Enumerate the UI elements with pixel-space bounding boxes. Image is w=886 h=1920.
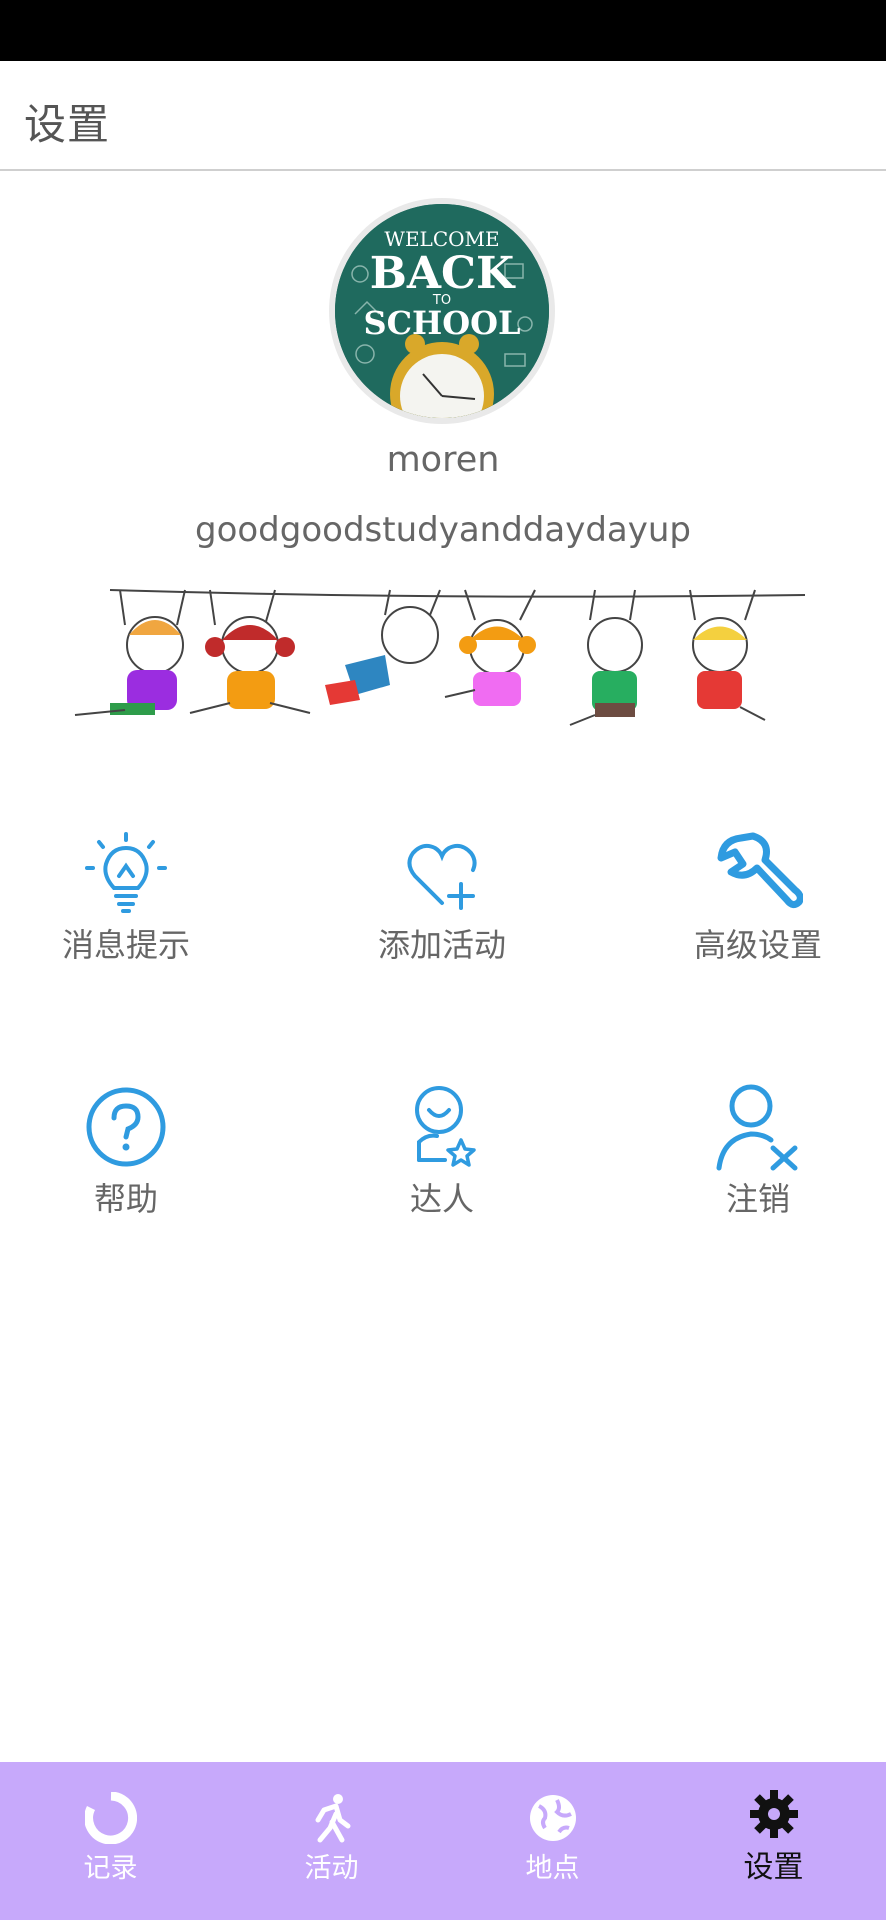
menu-add-activity[interactable]: 添加活动	[322, 828, 562, 966]
tab-settings[interactable]: 设置	[663, 1762, 884, 1920]
menu-expert[interactable]: 达人	[322, 1082, 562, 1220]
gear-icon	[750, 1790, 798, 1838]
wrench-icon	[717, 832, 803, 909]
avatar[interactable]: WELCOME BACK TO SCHOOL	[329, 198, 555, 424]
user-remove-icon	[716, 1084, 798, 1171]
menu-help[interactable]: 帮助	[6, 1082, 246, 1220]
menu-advanced-settings-label: 高级设置	[693, 926, 822, 964]
motto: goodgoodstudyanddaydayup	[194, 510, 691, 550]
tab-activity[interactable]: 活动	[221, 1762, 442, 1920]
tab-record-label: 记录	[83, 1853, 138, 1884]
avatar-text-back: BACK	[370, 248, 516, 299]
status-bar	[0, 0, 886, 61]
globe-icon	[530, 1795, 576, 1841]
app-header: 设置	[0, 61, 886, 171]
bottom-tab-bar: 记录 活动 地点 设置	[0, 1762, 886, 1920]
avatar-text-school: SCHOOL	[363, 304, 520, 342]
menu-advanced-settings[interactable]: 高级设置	[638, 828, 878, 966]
menu-logout[interactable]: 注销	[638, 1082, 878, 1220]
avatar-image: WELCOME BACK TO SCHOOL	[335, 204, 549, 418]
menu-help-label: 帮助	[93, 1180, 158, 1218]
page-title: 设置	[24, 100, 111, 149]
menu-notifications-label: 消息提示	[61, 926, 190, 964]
heart-plus-icon	[407, 843, 477, 910]
user-star-icon	[415, 1086, 476, 1167]
username: moren	[386, 440, 500, 480]
tab-settings-label: 设置	[743, 1850, 804, 1885]
menu-logout-label: 注销	[725, 1180, 790, 1218]
tab-location-label: 地点	[525, 1853, 580, 1884]
tab-location[interactable]: 地点	[442, 1762, 663, 1920]
record-ring-icon	[85, 1792, 137, 1844]
menu-expert-label: 达人	[409, 1180, 474, 1218]
menu-notifications[interactable]: 消息提示	[6, 828, 246, 966]
running-icon	[315, 1794, 351, 1843]
menu-add-activity-label: 添加活动	[377, 926, 506, 964]
tab-activity-label: 活动	[304, 1853, 359, 1884]
kids-banner-illustration	[74, 589, 806, 726]
help-icon	[86, 1087, 166, 1167]
tab-record[interactable]: 记录	[0, 1762, 221, 1920]
lightbulb-icon	[85, 832, 167, 913]
